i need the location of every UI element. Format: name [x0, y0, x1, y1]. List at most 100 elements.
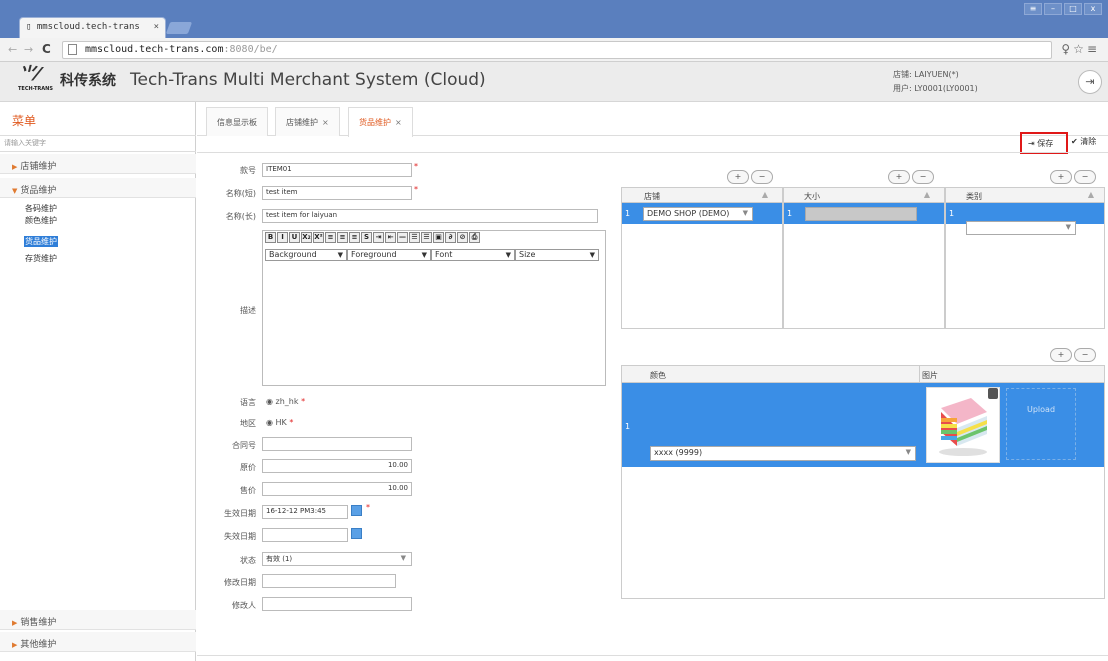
- url-port-path: :8080/be/: [223, 44, 278, 55]
- sidebar-item-goods[interactable]: 货品维护: [24, 236, 58, 247]
- window-minimize-button[interactable]: –: [1044, 3, 1062, 15]
- sidebar-group-shop[interactable]: ▶ 店铺维护: [0, 154, 196, 174]
- effective-date-input[interactable]: 16-12-12 PM3:45: [262, 505, 348, 519]
- tab-shop[interactable]: 店铺维护 ×: [275, 107, 340, 136]
- company-logo: ⺌⁄ TECH-TRANS: [18, 66, 60, 96]
- url-input[interactable]: mmscloud.tech-trans.com:8080/be/: [62, 41, 1052, 59]
- image-button[interactable]: ▣: [433, 232, 444, 243]
- tab-close-icon[interactable]: ×: [154, 22, 159, 32]
- column-header: 店铺: [644, 192, 660, 201]
- category-add-button[interactable]: +: [1050, 170, 1072, 184]
- size-remove-button[interactable]: −: [912, 170, 934, 184]
- shop-value: DEMO SHOP (DEMO): [647, 209, 730, 218]
- page-icon: [68, 44, 77, 55]
- url-host: mmscloud.tech-trans.com: [85, 44, 224, 55]
- user-info: 店铺: LAIYUEN(*) 用户: LY0001(LY0001): [893, 68, 978, 96]
- sidebar-item-stock[interactable]: 存货维护: [24, 253, 58, 264]
- back-arrow-icon[interactable]: ←: [8, 43, 17, 56]
- sidebar-group-goods[interactable]: ▼ 货品维护: [0, 178, 196, 198]
- link-button[interactable]: ∂: [445, 232, 456, 243]
- chevron-down-icon: ▼: [400, 554, 406, 562]
- ordered-list-button[interactable]: ☰: [409, 232, 420, 243]
- sidebar-search-input[interactable]: 请输入关键字: [0, 136, 196, 152]
- new-tab-button[interactable]: [165, 22, 193, 34]
- save-button[interactable]: ⇥ 保存: [1020, 132, 1068, 154]
- align-right-button[interactable]: ≡: [349, 232, 360, 243]
- tab-goods[interactable]: 货品维护 ×: [348, 107, 413, 137]
- unordered-list-button[interactable]: ☰: [421, 232, 432, 243]
- window-close-button[interactable]: x: [1084, 3, 1102, 15]
- sidebar-item-color[interactable]: 颜色维护: [24, 215, 58, 226]
- shop-select[interactable]: DEMO SHOP (DEMO) ▼: [643, 207, 753, 221]
- contract-input[interactable]: [262, 437, 412, 451]
- upload-button[interactable]: Upload: [1006, 388, 1076, 460]
- browser-tab-title: mmscloud.tech-trans: [36, 22, 140, 32]
- background-select[interactable]: Background ▼: [265, 249, 347, 261]
- size-add-button[interactable]: +: [888, 170, 910, 184]
- modified-by-label: 修改人: [232, 601, 256, 610]
- sidebar-item-size[interactable]: 各码维护: [24, 203, 58, 214]
- strikethrough-button[interactable]: S: [361, 232, 372, 243]
- horizontal-rule-button[interactable]: —: [397, 232, 408, 243]
- tab-close-icon[interactable]: ×: [395, 118, 402, 127]
- app-title-chinese: 科传系统: [60, 73, 116, 89]
- forward-arrow-icon[interactable]: →: [24, 43, 33, 56]
- expiry-date-input[interactable]: [262, 528, 348, 542]
- window-maximize-button[interactable]: □: [1064, 3, 1082, 15]
- print-button[interactable]: ⎙: [469, 232, 480, 243]
- trash-icon[interactable]: [988, 388, 998, 399]
- color-add-button[interactable]: +: [1050, 348, 1072, 362]
- name-short-input[interactable]: test item: [262, 186, 412, 200]
- unlink-button[interactable]: ⊘: [457, 232, 468, 243]
- tab-close-icon[interactable]: ×: [322, 118, 329, 127]
- clear-button[interactable]: ✔ 清除: [1071, 136, 1096, 147]
- align-center-button[interactable]: ≡: [337, 232, 348, 243]
- editor-toolbar: B I U X₂ X² ≡ ≡ ≡ S ⇥ ⇤ — ☰ ☰ ▣ ∂ ⊘ ⎙ Background ▼ Foregrou…: [265, 232, 603, 264]
- column-header: 大小: [804, 192, 820, 201]
- sidebar-group-sales[interactable]: ▶ 销售维护: [0, 610, 196, 630]
- color-select[interactable]: xxxx (9999) ▼: [650, 446, 916, 461]
- italic-button[interactable]: I: [277, 232, 288, 243]
- item-no-input[interactable]: ITEM01: [262, 163, 412, 177]
- subscript-button[interactable]: X₂: [301, 232, 312, 243]
- foreground-select[interactable]: Foreground ▼: [347, 249, 431, 261]
- browser-tab[interactable]: ▯ mmscloud.tech-trans ×: [19, 17, 166, 38]
- region-radio[interactable]: ◉ HK *: [266, 418, 293, 427]
- modified-date-input[interactable]: [262, 574, 396, 588]
- name-short-label: 名称(短): [225, 189, 256, 198]
- category-remove-button[interactable]: −: [1074, 170, 1096, 184]
- image-column-header: 图片: [922, 371, 938, 380]
- exit-icon[interactable]: ⇥: [1078, 70, 1102, 94]
- reload-icon[interactable]: C: [42, 42, 51, 56]
- font-select[interactable]: Font ▼: [431, 249, 515, 261]
- superscript-button[interactable]: X²: [313, 232, 324, 243]
- language-radio[interactable]: ◉ zh_hk *: [266, 397, 305, 406]
- modified-by-input[interactable]: [262, 597, 412, 611]
- name-long-input[interactable]: test item for laiyuan: [262, 209, 598, 223]
- original-price-input[interactable]: 10.00: [262, 459, 412, 473]
- bold-button[interactable]: B: [265, 232, 276, 243]
- window-menu-button[interactable]: ≡: [1024, 3, 1042, 15]
- category-select[interactable]: ▼: [966, 221, 1076, 235]
- underline-button[interactable]: U: [289, 232, 300, 243]
- size-input[interactable]: [805, 207, 917, 221]
- tab-dashboard[interactable]: 信息显示板: [206, 107, 268, 136]
- caret-right-icon: ▶: [12, 641, 18, 649]
- calendar-icon[interactable]: [351, 528, 362, 539]
- region-value: HK: [275, 418, 287, 427]
- size-select[interactable]: Size ▼: [515, 249, 599, 261]
- calendar-icon[interactable]: [351, 505, 362, 516]
- color-remove-button[interactable]: −: [1074, 348, 1096, 362]
- browser-menu-icons[interactable]: ♀☆≡: [1061, 42, 1100, 56]
- caret-right-icon: ▶: [12, 163, 18, 171]
- sidebar-group-other[interactable]: ▶ 其他维护: [0, 632, 196, 652]
- indent-button[interactable]: ⇥: [373, 232, 384, 243]
- caret-down-icon: ▼: [12, 187, 18, 195]
- outdent-button[interactable]: ⇤: [385, 232, 396, 243]
- shop-remove-button[interactable]: −: [751, 170, 773, 184]
- sell-price-input[interactable]: 10.00: [262, 482, 412, 496]
- align-left-button[interactable]: ≡: [325, 232, 336, 243]
- shop-add-button[interactable]: +: [727, 170, 749, 184]
- status-select[interactable]: 有效 (1) ▼: [262, 552, 412, 566]
- chevron-down-icon: ▼: [421, 251, 427, 259]
